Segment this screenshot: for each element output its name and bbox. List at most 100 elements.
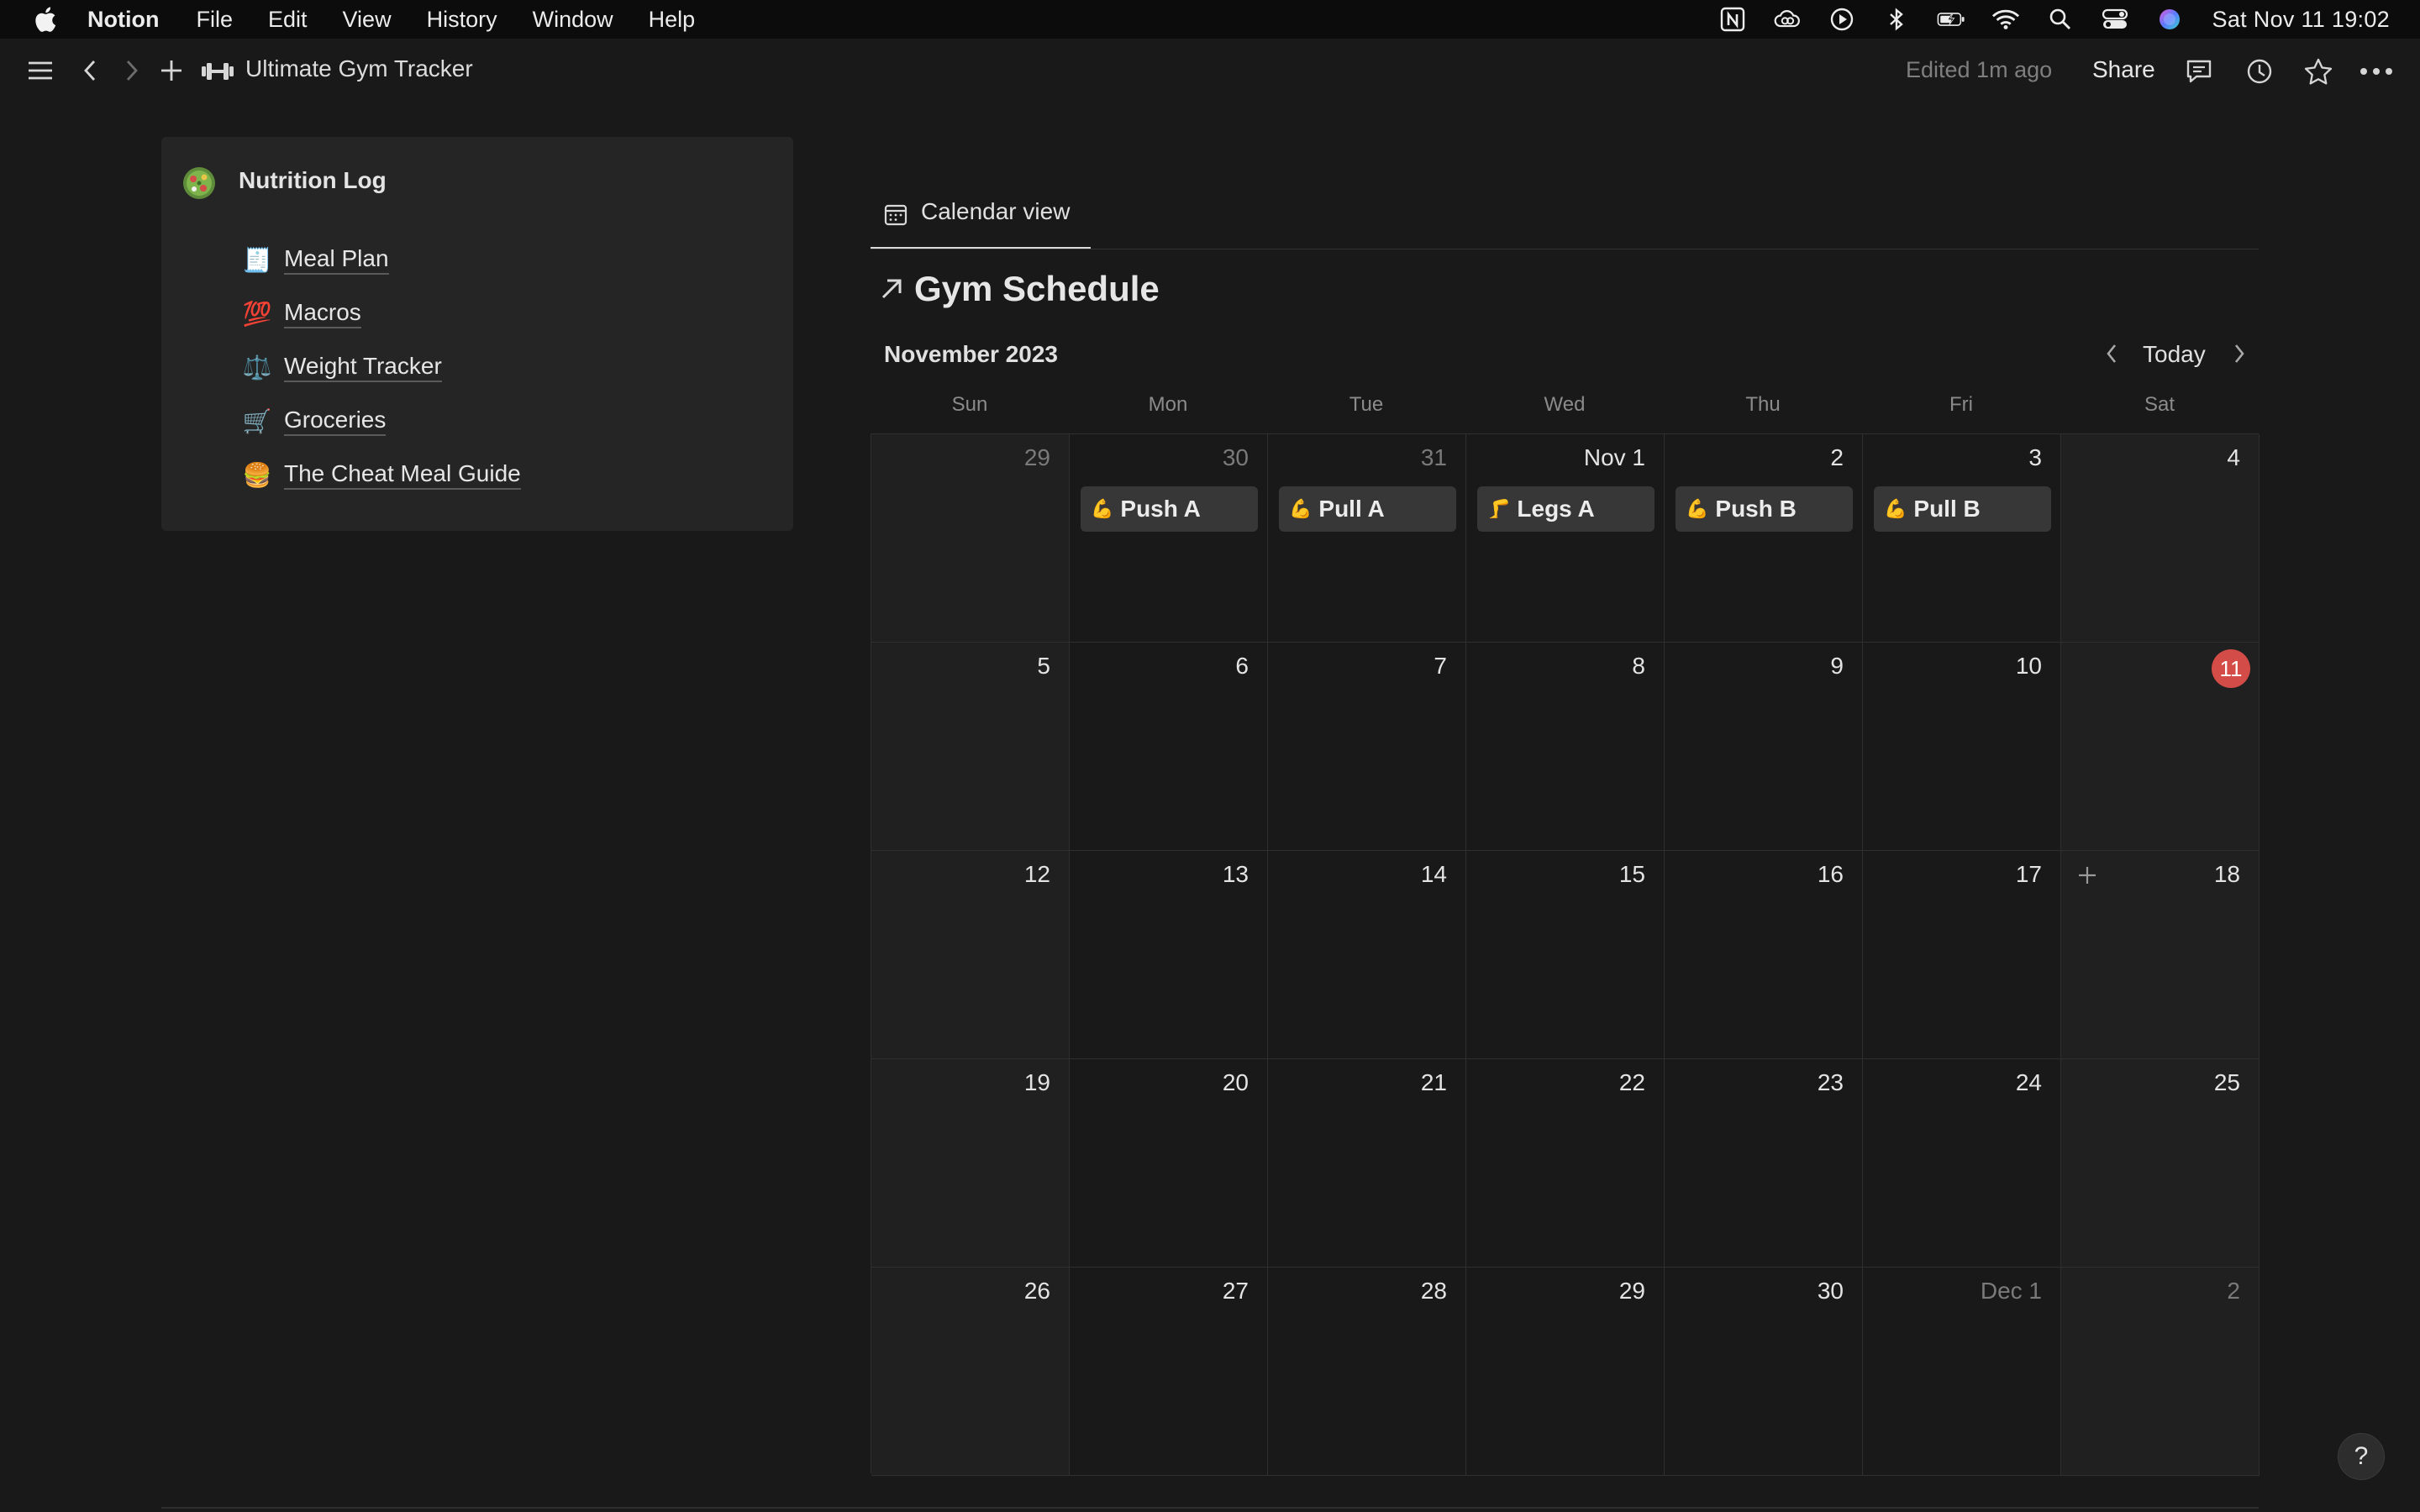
calendar-day-cell[interactable]: 30	[1665, 1268, 1863, 1476]
back-arrow-icon[interactable]	[76, 55, 104, 86]
link-cheat-meal-guide[interactable]: 🍔 The Cheat Meal Guide	[242, 459, 521, 490]
event-card[interactable]: 💪 Pull A	[1279, 486, 1456, 532]
menu-edit[interactable]: Edit	[268, 7, 308, 33]
control-center-icon[interactable]	[2101, 5, 2129, 34]
comments-icon[interactable]	[2183, 55, 2215, 87]
play-circle-icon[interactable]	[1828, 5, 1856, 34]
wifi-icon[interactable]	[1991, 5, 2020, 34]
tab-label[interactable]: Calendar view	[921, 198, 1070, 225]
calendar-day-cell[interactable]: 22	[1466, 1059, 1665, 1268]
calendar-day-cell[interactable]: 2	[2061, 1268, 2260, 1476]
calendar-day-cell[interactable]: 27	[1070, 1268, 1268, 1476]
link-groceries[interactable]: 🛒 Groceries	[242, 406, 387, 436]
siri-icon[interactable]	[2155, 5, 2184, 34]
calendar-day-cell[interactable]: 16	[1665, 851, 1863, 1059]
apple-menu-icon[interactable]	[32, 5, 57, 34]
calendar-day-cell[interactable]: 29	[1466, 1268, 1665, 1476]
calendar-day-cell[interactable]: 2 💪 Push B	[1665, 434, 1863, 643]
calendar-day-cell[interactable]: 26	[871, 1268, 1070, 1476]
creative-cloud-icon[interactable]	[1773, 5, 1802, 34]
calendar-day-cell[interactable]: 5	[871, 643, 1070, 851]
menu-history[interactable]: History	[427, 7, 497, 33]
link-label[interactable]: Weight Tracker	[284, 353, 442, 382]
favorite-star-icon[interactable]	[2302, 55, 2334, 87]
add-event-plus-icon[interactable]	[2073, 861, 2102, 890]
more-options-icon[interactable]	[2358, 55, 2395, 87]
calendar-day-cell[interactable]: 18	[2061, 851, 2260, 1059]
menu-view[interactable]: View	[343, 7, 392, 33]
calendar-day-cell[interactable]: 15	[1466, 851, 1665, 1059]
event-card[interactable]: 💪 Push A	[1081, 486, 1258, 532]
calendar-day-cell[interactable]: Nov 1 🦵 Legs A	[1466, 434, 1665, 643]
calendar-day-cell[interactable]: 14	[1268, 851, 1466, 1059]
bluetooth-icon[interactable]	[1882, 5, 1911, 34]
menu-app-name[interactable]: Notion	[87, 7, 159, 33]
link-weight-tracker[interactable]: ⚖️ Weight Tracker	[242, 352, 442, 382]
link-meal-plan[interactable]: 🧾 Meal Plan	[242, 244, 389, 275]
calendar-day-cell[interactable]: 9	[1665, 643, 1863, 851]
calendar-day-cell[interactable]: 3 💪 Pull B	[1863, 434, 2061, 643]
calendar-day-cell[interactable]: 11	[2061, 643, 2260, 851]
tab-calendar-view[interactable]: Calendar view	[871, 198, 1070, 249]
calendar-day-cell[interactable]: 29	[871, 434, 1070, 643]
weekday-label: Tue	[1349, 393, 1384, 416]
forward-arrow-icon[interactable]	[118, 55, 146, 86]
event-label[interactable]: Legs A	[1517, 496, 1594, 522]
calendar-day-cell[interactable]: 28	[1268, 1268, 1466, 1476]
breadcrumb-page-title[interactable]: Ultimate Gym Tracker	[245, 55, 473, 82]
link-label[interactable]: The Cheat Meal Guide	[284, 460, 521, 490]
today-button[interactable]: Today	[2143, 341, 2206, 368]
calendar-day-cell[interactable]: 4	[2061, 434, 2260, 643]
menu-window[interactable]: Window	[533, 7, 613, 33]
day-number: Nov 1	[1583, 444, 1645, 470]
menu-help[interactable]: Help	[649, 7, 696, 33]
database-title-text[interactable]: Gym Schedule	[914, 269, 1160, 309]
calendar-day-cell[interactable]: 31 💪 Pull A	[1268, 434, 1466, 643]
calendar-day-cell[interactable]: Dec 1	[1863, 1268, 2061, 1476]
notion-topbar: Ultimate Gym Tracker Edited 1m ago Share	[0, 39, 2420, 102]
event-card[interactable]: 💪 Push B	[1676, 486, 1853, 532]
calendar-day-cell[interactable]: 25	[2061, 1059, 2260, 1268]
calendar-day-cell[interactable]: 23	[1665, 1059, 1863, 1268]
share-button[interactable]: Share	[2092, 56, 2155, 83]
event-card[interactable]: 💪 Pull B	[1874, 486, 2051, 532]
event-label[interactable]: Push A	[1120, 496, 1200, 522]
link-label[interactable]: Meal Plan	[284, 245, 389, 275]
calendar-day-cell[interactable]: 24	[1863, 1059, 2061, 1268]
notion-icon[interactable]	[1718, 5, 1747, 34]
calendar-day-cell[interactable]: 20	[1070, 1059, 1268, 1268]
event-label[interactable]: Push B	[1715, 496, 1796, 522]
menubar-clock[interactable]: Sat Nov 11 19:02	[2212, 7, 2390, 33]
previous-month-icon[interactable]	[2097, 339, 2126, 368]
new-page-plus-icon[interactable]	[156, 55, 187, 86]
battery-icon[interactable]	[1937, 5, 1965, 34]
calendar-day-cell[interactable]: 13	[1070, 851, 1268, 1059]
updates-clock-icon[interactable]	[2244, 55, 2275, 87]
page-bottom-divider	[161, 1507, 2259, 1509]
database-title[interactable]: Gym Schedule	[879, 269, 1160, 309]
day-number: 21	[1420, 1069, 1447, 1095]
menu-file[interactable]: File	[196, 7, 233, 33]
spotlight-search-icon[interactable]	[2046, 5, 2075, 34]
calendar-day-cell[interactable]: 6	[1070, 643, 1268, 851]
calendar-day-cell[interactable]: 8	[1466, 643, 1665, 851]
calendar-day-cell[interactable]: 7	[1268, 643, 1466, 851]
event-card[interactable]: 🦵 Legs A	[1477, 486, 1655, 532]
help-button[interactable]: ?	[2338, 1433, 2385, 1480]
sidebar-menu-icon[interactable]	[25, 55, 55, 86]
calendar-day-cell[interactable]: 12	[871, 851, 1070, 1059]
calendar-day-cell[interactable]: 17	[1863, 851, 2061, 1059]
balance-scale-icon: ⚖️	[242, 354, 272, 381]
next-month-icon[interactable]	[2225, 339, 2254, 368]
event-label[interactable]: Pull A	[1318, 496, 1384, 522]
link-macros[interactable]: 💯 Macros	[242, 298, 361, 328]
link-label[interactable]: Groceries	[284, 407, 387, 436]
calendar-day-cell[interactable]: 21	[1268, 1059, 1466, 1268]
day-number: 2	[2227, 1278, 2240, 1304]
day-number: 2	[1830, 444, 1844, 470]
event-label[interactable]: Pull B	[1913, 496, 1980, 522]
calendar-day-cell[interactable]: 19	[871, 1059, 1070, 1268]
calendar-day-cell[interactable]: 30 💪 Push A	[1070, 434, 1268, 643]
calendar-day-cell[interactable]: 10	[1863, 643, 2061, 851]
link-label[interactable]: Macros	[284, 299, 361, 328]
